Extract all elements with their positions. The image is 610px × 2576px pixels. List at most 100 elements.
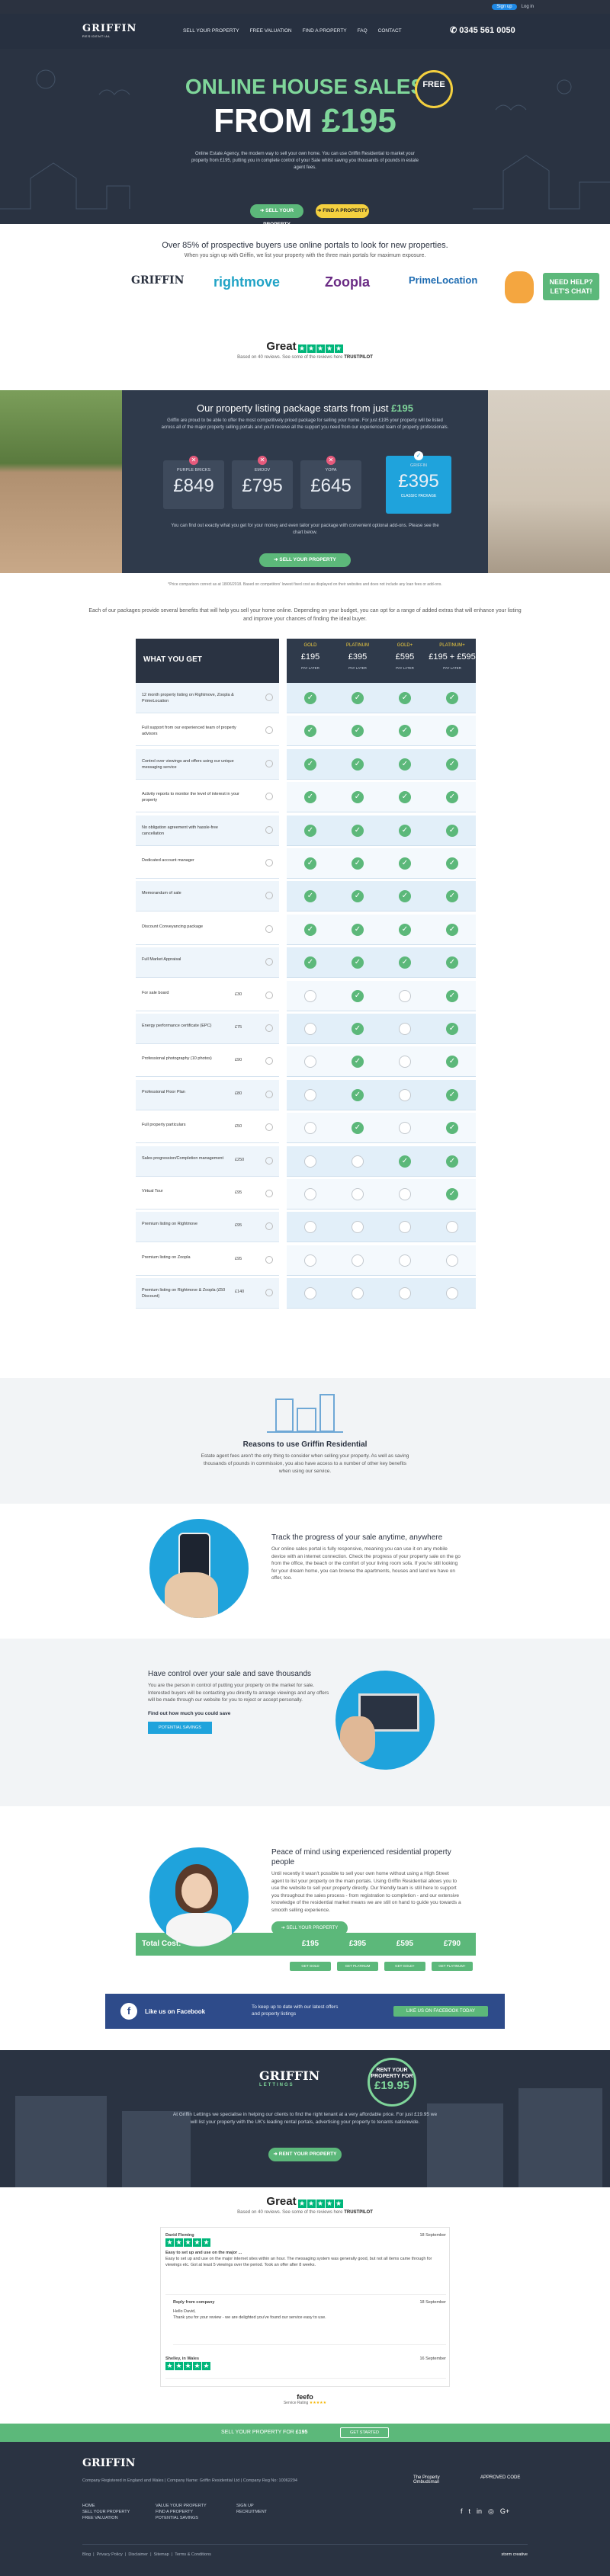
agency-credit[interactable]: storm creative: [501, 2552, 528, 2557]
footer-bottom: Blog | Privacy Policy | Disclaimer | Sit…: [82, 2544, 528, 2557]
info-icon[interactable]: [265, 1156, 273, 1165]
check-icon: ✓: [446, 824, 458, 837]
footer-link[interactable]: Blog: [82, 2552, 91, 2557]
footer-link[interactable]: POTENTIAL SAVINGS: [156, 2515, 207, 2521]
rent-property-button[interactable]: ➜ RENT YOUR PROPERTY: [268, 2148, 342, 2161]
feature-price: £250: [235, 1157, 245, 1162]
footer-link[interactable]: Privacy Policy: [97, 2552, 123, 2557]
check-icon: ✓: [352, 692, 364, 704]
hero-sell-button[interactable]: ➜ SELL YOUR PROPERTY: [250, 204, 303, 224]
table-row: Control over viewings and offers using o…: [136, 748, 476, 780]
house-photo-right: [488, 390, 610, 573]
info-icon[interactable]: [265, 1024, 273, 1032]
facebook-title: Like us on Facebook: [145, 2008, 206, 2015]
table-cell: [381, 1079, 429, 1110]
check-icon: ✓: [446, 989, 458, 1002]
check-icon: ✓: [446, 1088, 458, 1101]
info-icon[interactable]: [265, 924, 273, 933]
check-icon: ✓: [352, 1122, 364, 1135]
feature-label: Premium listing on Rightmove: [136, 1212, 279, 1243]
check-icon: ✓: [304, 857, 316, 870]
footer-link[interactable]: SIGN UP: [236, 2503, 267, 2509]
table-cell: ✓: [334, 914, 381, 945]
instagram-icon[interactable]: ◎: [488, 2507, 494, 2516]
info-icon[interactable]: [265, 1190, 273, 1197]
table-cell: ✓: [334, 947, 381, 979]
feature-label: Professional photography (10 photos): [136, 1046, 279, 1078]
info-icon[interactable]: [265, 1090, 273, 1098]
griffin-logo: GRIFFIN: [131, 274, 185, 287]
login-link[interactable]: Log in: [522, 5, 534, 9]
trustpilot-widget[interactable]: Great ★ ★ ★ ★ ★ Based on 40 reviews. See som…: [0, 340, 610, 360]
package-sell-button[interactable]: ➜ SELL YOUR PROPERTY: [259, 553, 351, 567]
google-plus-icon[interactable]: G+: [500, 2507, 509, 2516]
nav-valuation[interactable]: FREE VALUATION: [250, 28, 292, 34]
hero-find-button[interactable]: ➜ FIND A PROPERTY: [316, 204, 369, 218]
get-started-button[interactable]: GET STARTED: [340, 2427, 389, 2438]
footer-link[interactable]: FIND A PROPERTY: [156, 2509, 207, 2515]
nav-faq[interactable]: FAQ: [358, 28, 368, 34]
empty-circle-icon: [352, 1221, 364, 1234]
chat-button[interactable]: NEED HELP? LET'S CHAT!: [543, 273, 599, 300]
footer-link[interactable]: VALUE YOUR PROPERTY: [156, 2503, 207, 2509]
feature-price: £95: [235, 1256, 242, 1261]
footer-link[interactable]: Disclaimer: [128, 2552, 148, 2557]
nav-find[interactable]: FIND A PROPERTY: [303, 28, 347, 34]
table-cell: ✓: [429, 914, 476, 945]
footer-link[interactable]: HOME: [82, 2503, 130, 2509]
info-icon[interactable]: [265, 825, 273, 834]
lettings-section: GRIFFIN LETTINGS RENT YOUR PROPERTY FOR £1…: [0, 2050, 610, 2187]
facebook-icon[interactable]: f: [120, 2003, 137, 2020]
site-logo[interactable]: GRIFFIN RESIDENTIAL: [82, 23, 136, 38]
info-icon[interactable]: [265, 759, 273, 767]
trustpilot-widget-2[interactable]: Great ★ ★ ★ ★ ★ Based on 40 reviews. See som…: [0, 2195, 610, 2215]
phone-number[interactable]: ✆ 0345 561 0050: [450, 25, 515, 35]
empty-circle-icon: [304, 1188, 316, 1200]
portals-section: Over 85% of prospective buyers use onlin…: [0, 224, 610, 327]
feature-price: £50: [235, 1124, 242, 1129]
check-icon: ✓: [399, 890, 411, 903]
footer-logo[interactable]: GRIFFIN: [82, 2457, 135, 2469]
info-icon[interactable]: [265, 859, 273, 867]
phone-photo: [149, 1519, 249, 1618]
empty-circle-icon: [399, 1221, 411, 1234]
feature-label: Professional Floor Plan: [136, 1079, 279, 1110]
check-icon: ✓: [304, 692, 316, 704]
info-icon[interactable]: [265, 1255, 273, 1264]
feefo-badge[interactable]: feefo Service Rating ★★★★★: [273, 2393, 337, 2405]
footer-link[interactable]: SELL YOUR PROPERTY: [82, 2509, 130, 2515]
footer-link[interactable]: Terms & Conditions: [175, 2552, 211, 2557]
chat-mascot-icon[interactable]: [505, 271, 534, 303]
feature-label: Dedicated account manager: [136, 848, 279, 879]
feature-sell-button[interactable]: ➜ SELL YOUR PROPERTY: [271, 1921, 348, 1935]
table-row: Dedicated account manager ✓ ✓ ✓ ✓: [136, 848, 476, 879]
table-cell: ✓: [381, 947, 429, 979]
check-icon: ✓: [352, 791, 364, 804]
info-icon[interactable]: [265, 694, 273, 701]
nav-sell[interactable]: SELL YOUR PROPERTY: [183, 28, 239, 34]
linkedin-icon[interactable]: in: [477, 2507, 482, 2516]
feature-label: Control over viewings and offers using o…: [136, 748, 279, 780]
table-row: Full property particulars £50 ✓ ✓: [136, 1113, 476, 1144]
sign-up-button[interactable]: Sign up: [492, 4, 517, 10]
table-cell: ✓: [287, 716, 334, 747]
footer-link[interactable]: RECRUITMENT: [236, 2509, 267, 2515]
footer-link[interactable]: Sitemap: [154, 2552, 169, 2557]
check-icon: ✓: [399, 956, 411, 969]
competitor-card: ✕ YOPA £645: [300, 456, 361, 509]
footer-link[interactable]: FREE VALUATION: [82, 2515, 130, 2521]
check-icon: ✓: [352, 956, 364, 969]
empty-circle-icon: [446, 1287, 458, 1300]
table-header: WHAT YOU GET GOLD £195 PAY LATER PLATINUM £…: [136, 639, 476, 683]
facebook-like-button[interactable]: LIKE US ON FACEBOOK TODAY: [393, 2006, 488, 2017]
info-icon[interactable]: [265, 991, 273, 999]
table-cell: ✓: [334, 815, 381, 846]
review-reply: Reply from company 18 September Hello Dav…: [173, 2299, 446, 2345]
potential-savings-button[interactable]: POTENTIAL SAVINGS: [148, 1722, 212, 1734]
nav-contact[interactable]: CONTACT: [378, 28, 402, 34]
feature-label: No obligation agreement with hassle-free…: [136, 815, 279, 846]
feature-label: Energy performance certificate (EPC): [136, 1014, 279, 1044]
footer-col-3: SIGN UP RECRUITMENT: [236, 2503, 267, 2515]
facebook-icon[interactable]: f: [461, 2507, 463, 2516]
twitter-icon[interactable]: t: [469, 2507, 471, 2516]
